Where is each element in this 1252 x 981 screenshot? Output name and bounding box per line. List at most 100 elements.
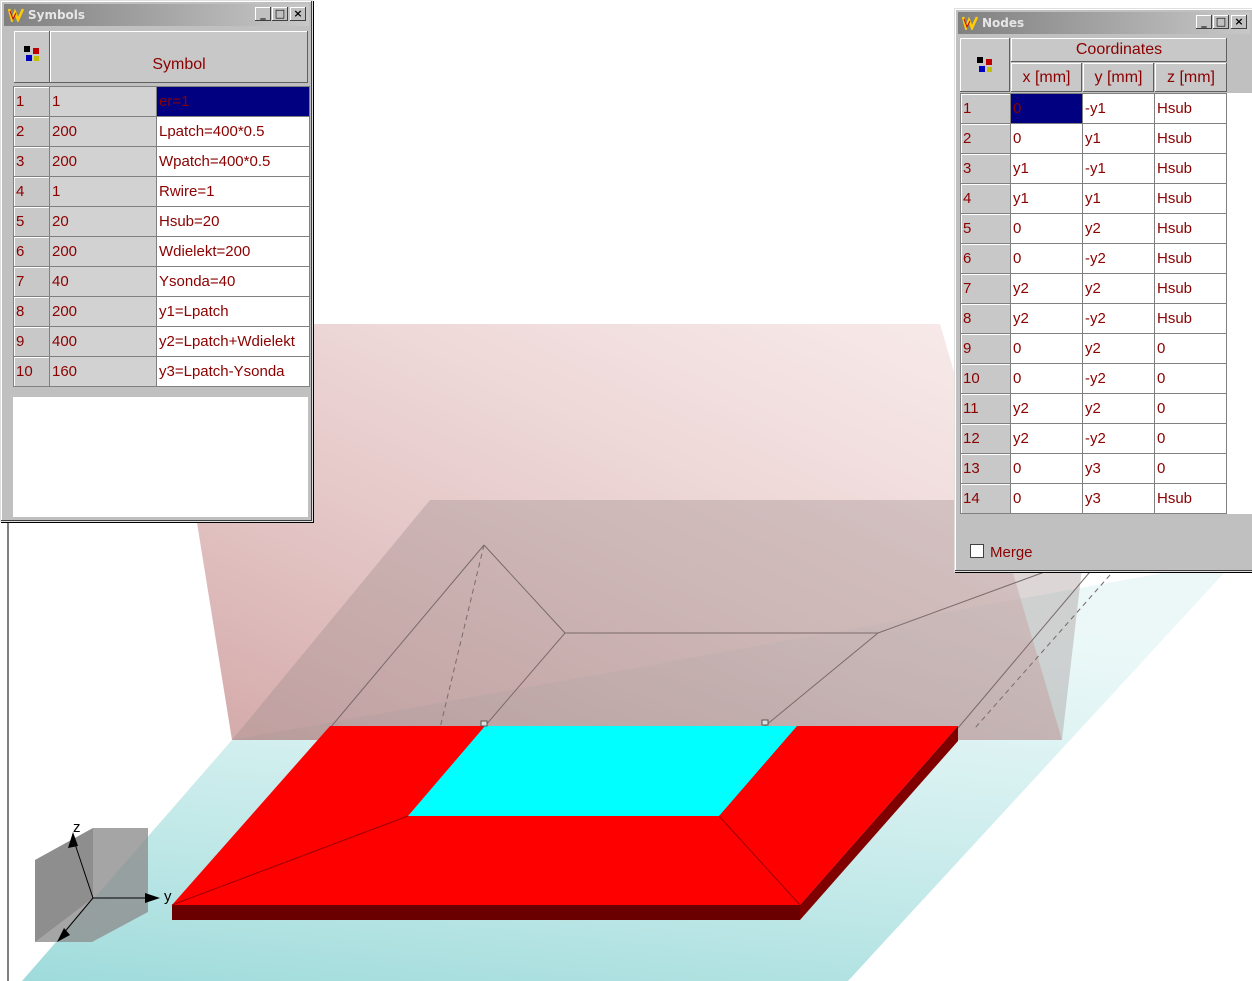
checkbox-box[interactable] [970, 544, 984, 558]
row-number-cell[interactable]: 11 [960, 393, 1011, 424]
expression-cell[interactable]: Lpatch=400*0.5 [156, 116, 310, 147]
x-cell[interactable]: y2 [1010, 303, 1083, 334]
close-button[interactable]: × [1231, 15, 1247, 29]
expression-cell[interactable]: Hsub=20 [156, 206, 310, 237]
y-cell[interactable]: y2 [1082, 273, 1155, 304]
row-number-cell[interactable]: 5 [13, 206, 50, 237]
nodes-window[interactable]: Nodes _ □ × Coordinates x [mm] y [mm] z … [954, 8, 1252, 572]
table-row[interactable]: 12 y2 -y2 0 [960, 423, 1252, 454]
value-cell[interactable]: 200 [49, 236, 157, 267]
row-number-cell[interactable]: 14 [960, 483, 1011, 514]
y-cell[interactable]: y2 [1082, 333, 1155, 364]
z-cell[interactable]: Hsub [1154, 273, 1227, 304]
row-number-cell[interactable]: 13 [960, 453, 1011, 484]
value-cell[interactable]: 40 [49, 266, 157, 297]
x-cell[interactable]: y1 [1010, 153, 1083, 184]
row-number-cell[interactable]: 8 [960, 303, 1011, 334]
z-cell[interactable]: Hsub [1154, 153, 1227, 184]
row-number-cell[interactable]: 9 [960, 333, 1011, 364]
row-number-cell[interactable]: 6 [960, 243, 1011, 274]
x-cell[interactable]: 0 [1010, 123, 1083, 154]
merge-checkbox[interactable]: Merge [970, 544, 1033, 561]
x-cell[interactable]: y2 [1010, 423, 1083, 454]
x-cell[interactable]: y1 [1010, 183, 1083, 214]
row-number-cell[interactable]: 5 [960, 213, 1011, 244]
z-cell[interactable]: 0 [1154, 423, 1227, 454]
table-row[interactable]: 10 0 -y2 0 [960, 363, 1252, 394]
z-cell[interactable]: Hsub [1154, 303, 1227, 334]
row-number-cell[interactable]: 4 [960, 183, 1011, 214]
value-cell[interactable]: 160 [49, 356, 157, 387]
table-row[interactable]: 6 200 Wdielekt=200 [13, 236, 310, 267]
table-row[interactable]: 3 y1 -y1 Hsub [960, 153, 1252, 184]
table-row[interactable]: 13 0 y3 0 [960, 453, 1252, 484]
z-cell[interactable]: 0 [1154, 363, 1227, 394]
value-cell[interactable]: 400 [49, 326, 157, 357]
x-cell[interactable]: 0 [1010, 483, 1083, 514]
y-cell[interactable]: -y2 [1082, 303, 1155, 334]
table-row[interactable]: 6 0 -y2 Hsub [960, 243, 1252, 274]
x-cell[interactable]: y2 [1010, 273, 1083, 304]
x-cell[interactable]: 0 [1010, 453, 1083, 484]
expression-cell[interactable]: y1=Lpatch [156, 296, 310, 327]
row-number-cell[interactable]: 3 [13, 146, 50, 177]
x-cell[interactable]: y2 [1010, 393, 1083, 424]
x-cell[interactable]: 0 [1010, 213, 1083, 244]
row-number-cell[interactable]: 1 [960, 93, 1011, 124]
table-row[interactable]: 9 400 y2=Lpatch+Wdielekt [13, 326, 310, 357]
close-button[interactable]: × [290, 7, 306, 21]
y-cell[interactable]: y1 [1082, 183, 1155, 214]
z-cell[interactable]: 0 [1154, 453, 1227, 484]
value-cell[interactable]: 200 [49, 146, 157, 177]
table-row[interactable]: 7 40 Ysonda=40 [13, 266, 310, 297]
table-row[interactable]: 2 200 Lpatch=400*0.5 [13, 116, 310, 147]
y-cell[interactable]: -y2 [1082, 243, 1155, 274]
table-row[interactable]: 9 0 y2 0 [960, 333, 1252, 364]
x-cell[interactable]: 0 [1010, 363, 1083, 394]
value-cell[interactable]: 20 [49, 206, 157, 237]
row-number-cell[interactable]: 7 [960, 273, 1011, 304]
row-number-cell[interactable]: 9 [13, 326, 50, 357]
expression-cell[interactable]: y2=Lpatch+Wdielekt [156, 326, 310, 357]
row-number-cell[interactable]: 4 [13, 176, 50, 207]
y-cell[interactable]: y1 [1082, 123, 1155, 154]
row-number-cell[interactable]: 7 [13, 266, 50, 297]
z-column-header[interactable]: z [mm] [1155, 63, 1227, 92]
expression-cell[interactable]: y3=Lpatch-Ysonda [156, 356, 310, 387]
x-cell[interactable]: 0 [1010, 243, 1083, 274]
z-cell[interactable]: Hsub [1154, 123, 1227, 154]
z-cell[interactable]: Hsub [1154, 183, 1227, 214]
table-row[interactable]: 5 0 y2 Hsub [960, 213, 1252, 244]
x-column-header[interactable]: x [mm] [1011, 63, 1082, 92]
z-cell[interactable]: 0 [1154, 333, 1227, 364]
y-cell[interactable]: y2 [1082, 393, 1155, 424]
symbols-window[interactable]: Symbols _ □ × Symbol 1 1 er=1 2 200 Lpatch=40… [0, 0, 313, 522]
table-row[interactable]: 8 y2 -y2 Hsub [960, 303, 1252, 334]
y-cell[interactable]: y3 [1082, 453, 1155, 484]
maximize-button[interactable]: □ [1213, 15, 1229, 29]
row-number-cell[interactable]: 10 [960, 363, 1011, 394]
y-cell[interactable]: y2 [1082, 213, 1155, 244]
expression-cell[interactable]: Wpatch=400*0.5 [156, 146, 310, 177]
row-number-cell[interactable]: 1 [13, 86, 50, 117]
z-cell[interactable]: Hsub [1154, 483, 1227, 514]
table-row[interactable]: 5 20 Hsub=20 [13, 206, 310, 237]
x-cell[interactable]: 0 [1010, 333, 1083, 364]
z-cell[interactable]: Hsub [1154, 213, 1227, 244]
value-cell[interactable]: 1 [49, 176, 157, 207]
nodes-corner-button[interactable] [960, 38, 1010, 92]
row-number-cell[interactable]: 8 [13, 296, 50, 327]
z-cell[interactable]: Hsub [1154, 243, 1227, 274]
table-row[interactable]: 1 0 -y1 Hsub [960, 93, 1252, 124]
nodes-titlebar[interactable]: Nodes _ □ × [958, 12, 1250, 34]
symbols-corner-button[interactable] [14, 31, 50, 83]
y-cell[interactable]: -y2 [1082, 423, 1155, 454]
y-cell[interactable]: -y1 [1082, 93, 1155, 124]
symbol-column-header[interactable]: Symbol [50, 31, 308, 83]
table-row[interactable]: 4 1 Rwire=1 [13, 176, 310, 207]
row-number-cell[interactable]: 2 [960, 123, 1011, 154]
table-row[interactable]: 8 200 y1=Lpatch [13, 296, 310, 327]
symbols-titlebar[interactable]: Symbols _ □ × [4, 4, 309, 26]
expression-cell[interactable]: Ysonda=40 [156, 266, 310, 297]
y-cell[interactable]: -y1 [1082, 153, 1155, 184]
